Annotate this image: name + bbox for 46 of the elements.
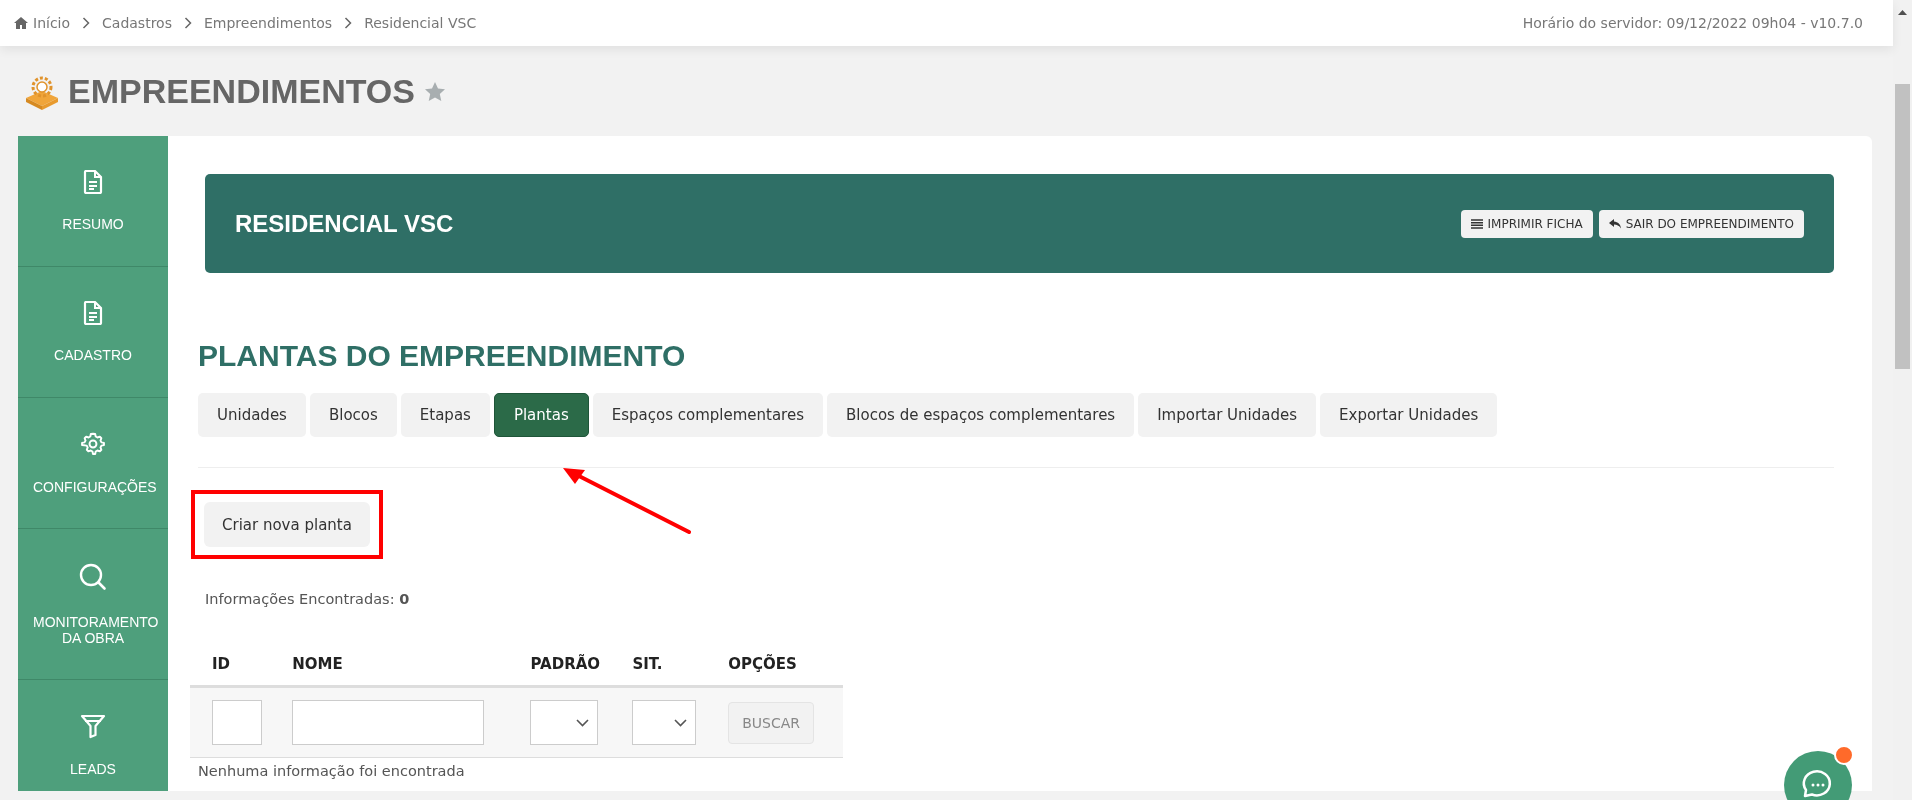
column-header: SIT. bbox=[610, 655, 707, 687]
header-button[interactable]: SAIR DO EMPREENDIMENTO bbox=[1598, 209, 1804, 238]
tab[interactable]: Blocos de espaços complementares bbox=[827, 393, 1135, 437]
tab[interactable]: Espaços complementares bbox=[592, 393, 823, 437]
reply-icon bbox=[1608, 218, 1621, 229]
tab[interactable]: Etapas bbox=[400, 393, 490, 437]
chevron-icon bbox=[82, 17, 91, 29]
chat-button[interactable] bbox=[1784, 751, 1852, 800]
project-title: RESIDENCIAL VSC bbox=[235, 209, 454, 238]
list-icon bbox=[1470, 218, 1483, 229]
document-icon bbox=[83, 301, 103, 325]
create-button[interactable]: Criar nova planta bbox=[204, 502, 370, 547]
breadcrumb-link[interactable]: Início bbox=[14, 15, 71, 31]
column-header: ID bbox=[190, 655, 271, 687]
column-header: OPÇÕES bbox=[706, 655, 843, 687]
chevron-icon bbox=[183, 17, 192, 29]
tab[interactable]: Exportar Unidades bbox=[1320, 393, 1498, 437]
column-header: NOME bbox=[270, 655, 509, 687]
breadcrumb-link[interactable]: Cadastros bbox=[102, 15, 172, 31]
breadcrumb-link[interactable]: Residencial VSC bbox=[364, 15, 477, 31]
filter-select[interactable] bbox=[530, 700, 599, 745]
page-title: EMPREENDIMENTOS bbox=[68, 72, 415, 111]
filter-select[interactable] bbox=[632, 700, 697, 745]
caret-icon bbox=[674, 718, 688, 727]
chevron-icon bbox=[344, 17, 353, 29]
empty-message: Nenhuma informação foi encontrada bbox=[198, 763, 466, 779]
tab[interactable]: Plantas bbox=[493, 393, 589, 437]
section-title: PLANTAS DO EMPREENDIMENTO bbox=[198, 339, 687, 373]
header-button[interactable]: IMPRIMIR FICHA bbox=[1460, 209, 1593, 238]
scrollbar-thumb[interactable] bbox=[1895, 84, 1910, 369]
filter-field[interactable] bbox=[292, 700, 485, 745]
tab[interactable]: Importar Unidades bbox=[1138, 393, 1317, 437]
caret-icon bbox=[576, 718, 590, 727]
home-icon bbox=[14, 17, 28, 29]
filter-field[interactable] bbox=[212, 700, 262, 745]
funnel-icon bbox=[80, 713, 106, 739]
server-time: Horário do servidor: 09/12/2022 09h04 - v10.7.0 bbox=[1522, 15, 1863, 31]
column-header: PADRÃO bbox=[508, 655, 611, 687]
breadcrumb-link[interactable]: Empreendimentos bbox=[203, 15, 333, 31]
settings-icon bbox=[80, 431, 106, 457]
results-count: Informações Encontradas: 0 bbox=[205, 591, 411, 607]
tab[interactable]: Unidades bbox=[198, 393, 306, 437]
tab[interactable]: Blocos bbox=[309, 393, 397, 437]
scroll-up-icon[interactable] bbox=[1898, 10, 1907, 15]
search-icon bbox=[78, 562, 108, 592]
document-icon bbox=[83, 170, 103, 194]
